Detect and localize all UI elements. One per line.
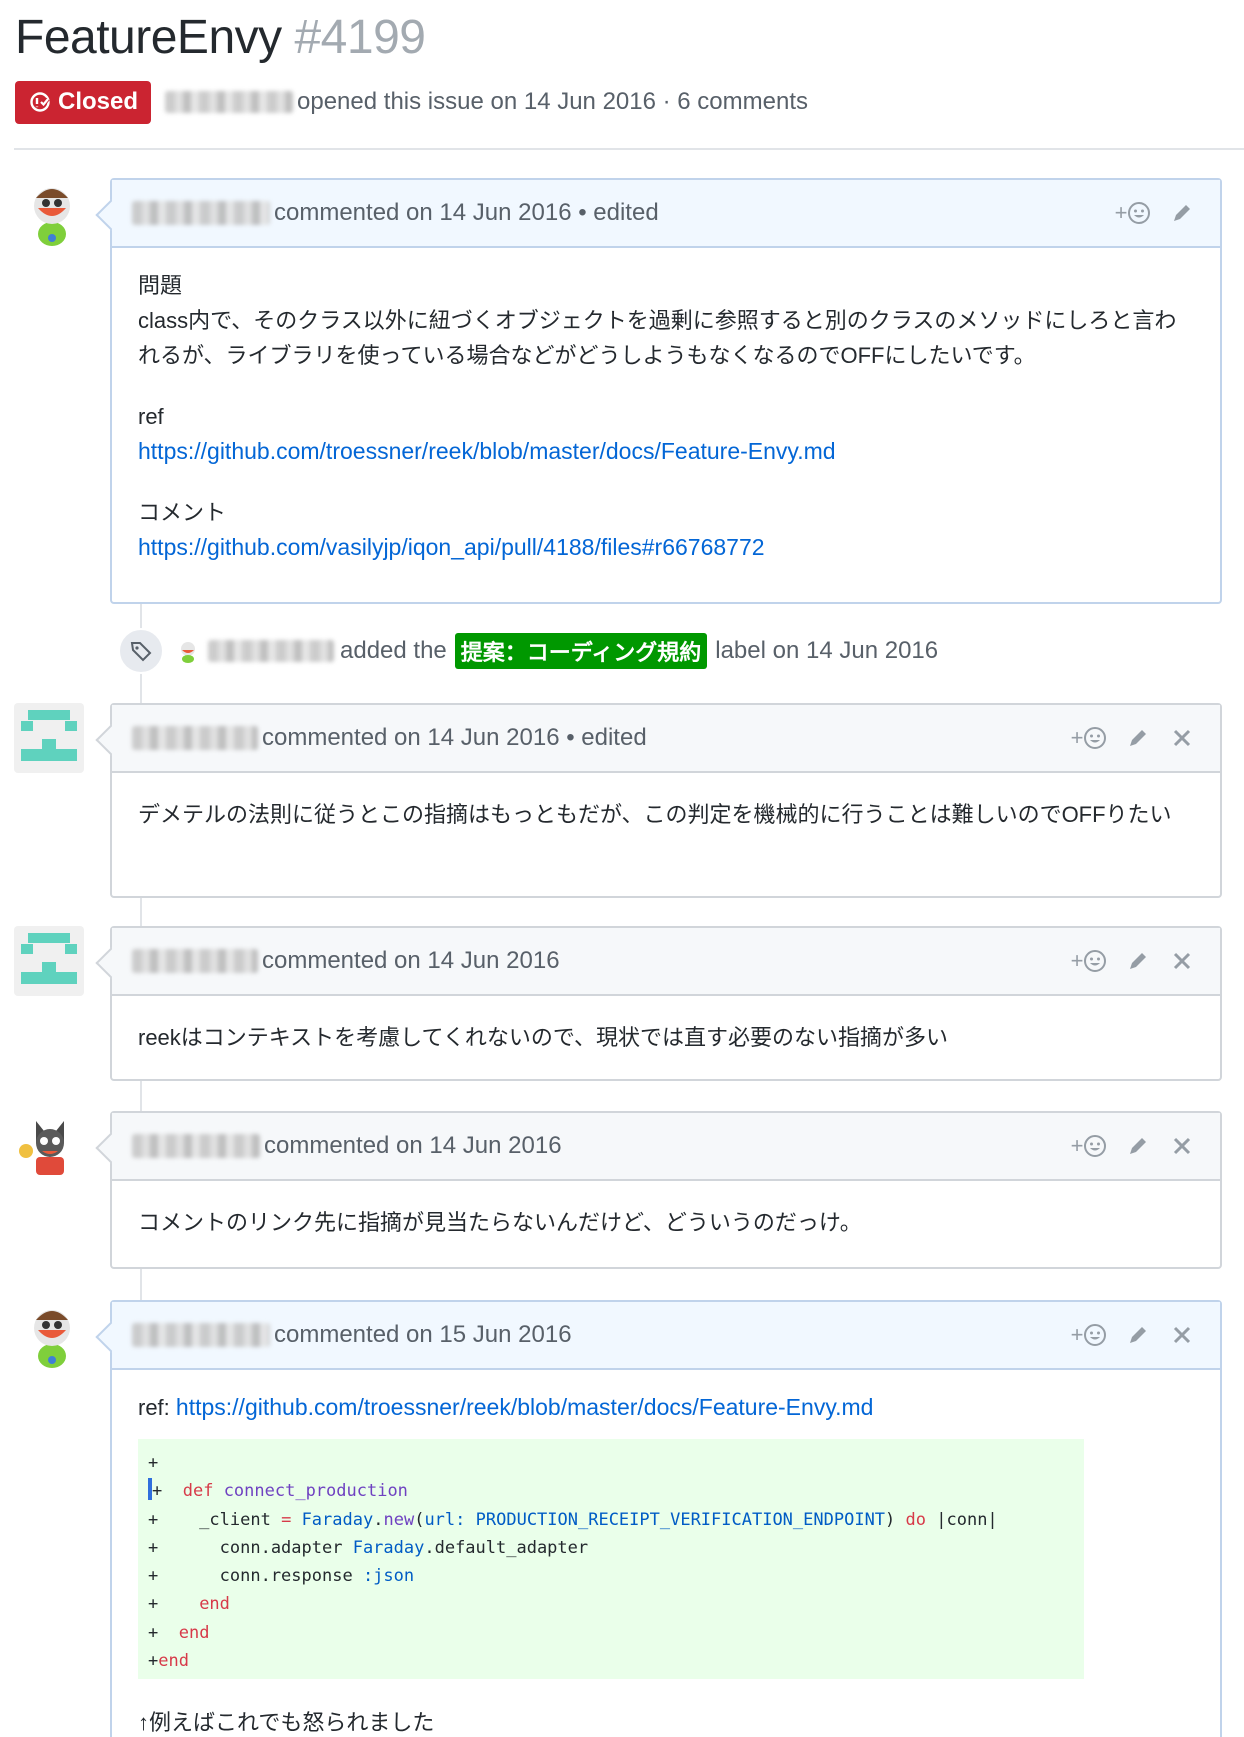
code-line: + conn.response :json bbox=[148, 1566, 415, 1587]
smiley-icon[interactable]: + bbox=[1062, 939, 1116, 983]
comment-body: デメテルの法則に従うとこの指摘はもっともだが、この判定を機械的に行うことは難しい… bbox=[112, 773, 1220, 858]
comment-header: commented on 14 Jun 2016 • edited + bbox=[112, 705, 1220, 773]
x-icon[interactable] bbox=[1160, 939, 1204, 983]
comment: commented on 14 Jun 2016 + コメントのリンク先に指摘が… bbox=[110, 1111, 1222, 1269]
comment-text: ↑例えばこれでも怒られました bbox=[138, 1710, 435, 1736]
x-icon[interactable] bbox=[1160, 716, 1204, 760]
avatar[interactable] bbox=[14, 926, 84, 996]
comment: commented on 14 Jun 2016 • edited + デメテル… bbox=[110, 703, 1222, 898]
comment-actions: + bbox=[1062, 1113, 1204, 1179]
issue-title: FeatureEnvy #4199 bbox=[15, 8, 1244, 68]
commenter-redacted[interactable] bbox=[132, 949, 258, 973]
pencil-icon[interactable] bbox=[1116, 1124, 1160, 1168]
commenter-redacted[interactable] bbox=[132, 201, 270, 225]
comment-meta: commented on 14 Jun 2016 bbox=[262, 947, 560, 974]
status-label: Closed bbox=[58, 88, 139, 115]
label-badge[interactable]: 提案：コーディング規約 bbox=[454, 633, 708, 669]
opened-text: opened this issue on 14 Jun 2016 · 6 com… bbox=[297, 88, 808, 115]
comment-actions: + bbox=[1062, 705, 1204, 771]
comment-meta: commented on 14 Jun 2016 • edited bbox=[274, 199, 659, 226]
avatar[interactable] bbox=[14, 1111, 84, 1181]
avatar[interactable] bbox=[176, 639, 200, 663]
comment-text: コメントのリンク先に指摘が見当たらないんだけど、どういうのだっけ。 bbox=[138, 1210, 862, 1235]
smiley-icon[interactable]: + bbox=[1062, 716, 1116, 760]
comment-text: reekはコンテキストを考慮してくれないので、現状では直す必要のない指摘が多い bbox=[138, 1025, 948, 1050]
commenter-redacted[interactable] bbox=[132, 726, 258, 750]
x-icon[interactable] bbox=[1160, 1313, 1204, 1357]
pencil-icon[interactable] bbox=[1160, 191, 1204, 235]
comment-text: デメテルの法則に従うとこの指摘はもっともだが、この判定を機械的に行うことは難しい… bbox=[138, 802, 1172, 827]
author-redacted[interactable] bbox=[165, 91, 294, 113]
comment-meta: commented on 14 Jun 2016 bbox=[264, 1132, 562, 1159]
issue-number: #4199 bbox=[294, 11, 426, 64]
text-cursor bbox=[148, 1478, 152, 1501]
header-divider bbox=[14, 148, 1244, 150]
comment-body: コメントのリンク先に指摘が見当たらないんだけど、どういうのだっけ。 bbox=[112, 1181, 1220, 1266]
code-line: + bbox=[148, 1453, 159, 1473]
code-line: + end bbox=[148, 1622, 210, 1643]
issue-header: FeatureEnvy #4199 Closed opened this iss… bbox=[15, 8, 1244, 124]
code-line: + end bbox=[148, 1594, 230, 1615]
pencil-icon[interactable] bbox=[1116, 939, 1160, 983]
link[interactable]: https://github.com/vasilyjp/iqon_api/pul… bbox=[138, 534, 765, 560]
code-line: + _client = Faraday.new(url: PRODUCTION_… bbox=[148, 1509, 998, 1530]
comment-header: commented on 14 Jun 2016 + bbox=[112, 928, 1220, 996]
comment-header: commented on 14 Jun 2016 • edited + bbox=[112, 180, 1220, 248]
actor-redacted[interactable] bbox=[208, 640, 334, 662]
pencil-icon[interactable] bbox=[1116, 716, 1160, 760]
avatar[interactable] bbox=[16, 178, 86, 248]
pencil-icon[interactable] bbox=[1116, 1313, 1160, 1357]
comment: commented on 15 Jun 2016 + ref: https://… bbox=[110, 1300, 1222, 1737]
comment-body: 問題 class内で、そのクラス以外に紐づくオブジェクトを過剰に参照すると別のクラ… bbox=[112, 248, 1220, 591]
commenter-redacted[interactable] bbox=[132, 1134, 260, 1158]
issue-meta: Closed opened this issue on 14 Jun 2016 … bbox=[15, 78, 808, 126]
comment-text: ref https://github.com/troessner/reek/blo… bbox=[138, 404, 836, 464]
comment-actions: + bbox=[1062, 928, 1204, 994]
issue-title-text: FeatureEnvy bbox=[15, 11, 282, 64]
avatar[interactable] bbox=[14, 703, 84, 773]
comment-meta: commented on 14 Jun 2016 • edited bbox=[262, 724, 647, 751]
label-event: added the 提案：コーディング規約 label on 14 Jun 20… bbox=[118, 620, 938, 682]
x-icon[interactable] bbox=[1160, 1124, 1204, 1168]
event-prefix: added the bbox=[340, 637, 447, 664]
issue-closed-icon bbox=[30, 92, 50, 112]
comment-header: commented on 15 Jun 2016 + bbox=[112, 1302, 1220, 1370]
comment-actions: + bbox=[1106, 180, 1204, 246]
comment-body: ref: https://github.com/troessner/reek/b… bbox=[112, 1370, 1220, 1737]
link[interactable]: https://github.com/troessner/reek/blob/m… bbox=[176, 1394, 874, 1420]
comment-actions: + bbox=[1062, 1302, 1204, 1368]
code-block: + + def connect_production + _client = F… bbox=[138, 1439, 1084, 1680]
comment-meta: commented on 15 Jun 2016 bbox=[274, 1321, 572, 1348]
commenter-redacted[interactable] bbox=[132, 1323, 270, 1347]
smiley-icon[interactable]: + bbox=[1062, 1313, 1116, 1357]
code-line: + conn.adapter Faraday.default_adapter bbox=[148, 1537, 589, 1558]
event-suffix: label on 14 Jun 2016 bbox=[715, 637, 939, 664]
ref-label: ref: bbox=[138, 1395, 176, 1420]
smiley-icon[interactable]: + bbox=[1062, 1124, 1116, 1168]
comment-text: コメント https://github.com/vasilyjp/iqon_api… bbox=[138, 500, 765, 560]
comment: commented on 14 Jun 2016 • edited + 問題 cl… bbox=[110, 178, 1222, 604]
code-line: + def connect_production bbox=[148, 1477, 1074, 1505]
issue-opened-meta: opened this issue on 14 Jun 2016 · 6 com… bbox=[165, 88, 808, 116]
status-badge: Closed bbox=[15, 80, 152, 124]
code-line: +end bbox=[148, 1651, 189, 1672]
comment-text: ref: https://github.com/troessner/reek/b… bbox=[138, 1390, 1194, 1425]
avatar[interactable] bbox=[16, 1300, 86, 1370]
link[interactable]: https://github.com/troessner/reek/blob/m… bbox=[138, 438, 836, 464]
comment: commented on 14 Jun 2016 + reekはコンテキストを考… bbox=[110, 926, 1222, 1081]
comment-text: 問題 class内で、そのクラス以外に紐づくオブジェクトを過剰に参照すると別のクラ… bbox=[138, 273, 1177, 368]
smiley-icon[interactable]: + bbox=[1106, 191, 1160, 235]
comment-body: reekはコンテキストを考慮してくれないので、現状では直す必要のない指摘が多い bbox=[112, 996, 1220, 1081]
comment-header: commented on 14 Jun 2016 + bbox=[112, 1113, 1220, 1181]
tag-icon bbox=[118, 628, 164, 674]
